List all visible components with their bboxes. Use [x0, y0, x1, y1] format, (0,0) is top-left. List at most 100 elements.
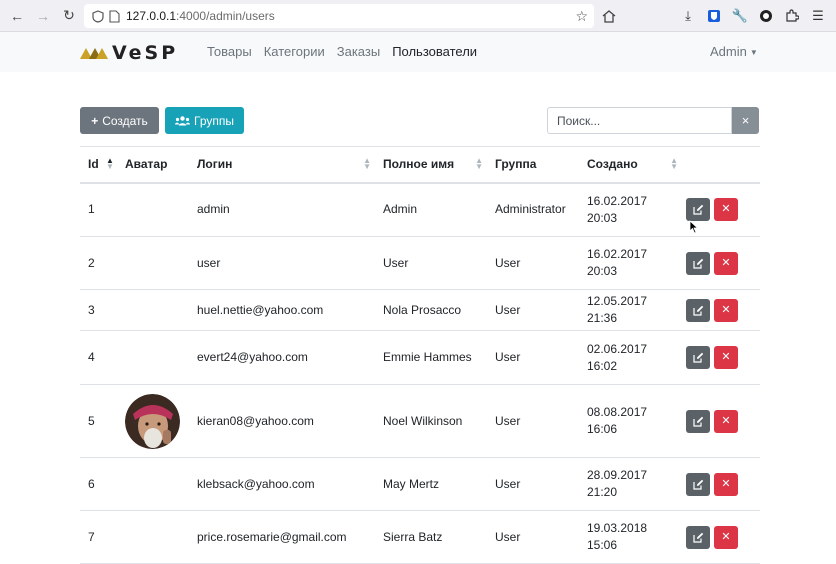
- fullname-cell: Sierra Batz: [375, 510, 487, 564]
- menu-icon[interactable]: ☰: [806, 3, 830, 29]
- created-cell: 12.05.2017 21:36: [579, 289, 682, 331]
- actions-cell: ✕: [682, 384, 760, 458]
- address-bar[interactable]: 127.0.0.1:4000/admin/users ☆: [84, 4, 594, 28]
- search-input[interactable]: [547, 107, 732, 134]
- edit-button[interactable]: [686, 251, 710, 275]
- wrench-icon[interactable]: 🔧: [728, 3, 752, 29]
- col-group: Группа: [487, 146, 579, 184]
- edit-button[interactable]: [686, 346, 710, 369]
- reload-icon[interactable]: ↻: [56, 3, 82, 29]
- created-date: 16.02.2017: [587, 247, 648, 261]
- group-cell: User: [487, 289, 579, 331]
- login-cell: evert24@yahoo.com: [189, 330, 375, 385]
- created-cell: 02.06.2017 16:02: [579, 330, 682, 385]
- edit-button[interactable]: [686, 472, 710, 496]
- app-navbar: VeSP Товары Категории Заказы Пользовател…: [0, 32, 836, 72]
- col-fullname[interactable]: Полное имя ▲ ▼: [375, 146, 487, 184]
- delete-button[interactable]: ✕: [714, 251, 738, 275]
- login-cell: user: [189, 236, 375, 290]
- table-header-row: Id ▲ ▼ Аватар Логин ▲ ▼ Полное имя ▲ ▼ Группа …: [80, 146, 760, 184]
- created-date: 16.02.2017: [587, 193, 648, 208]
- edit-icon: [692, 416, 703, 427]
- created-cell: 19.03.2018 15:06: [579, 510, 682, 564]
- bookmark-star-icon[interactable]: ☆: [575, 8, 588, 25]
- edit-icon: [692, 352, 703, 363]
- actions-cell: ✕: [682, 289, 760, 331]
- delete-button[interactable]: ✕: [714, 525, 738, 549]
- home-icon[interactable]: [597, 3, 621, 29]
- users-table: Id ▲ ▼ Аватар Логин ▲ ▼ Полное имя ▲ ▼ Группа …: [80, 146, 760, 564]
- table-row: 7 price.rosemarie@gmail.com Sierra Batz Use…: [80, 510, 760, 564]
- created-cell: 16.02.2017 20:03: [579, 236, 682, 290]
- col-id[interactable]: Id ▲ ▼: [80, 146, 117, 184]
- table-row: 3 huel.nettie@yahoo.com Nola Prosacco User 1…: [80, 289, 760, 331]
- delete-button[interactable]: ✕: [714, 472, 738, 496]
- edit-button[interactable]: [686, 409, 710, 433]
- col-avatar: Аватар: [117, 146, 189, 184]
- login-cell: kieran08@yahoo.com: [189, 384, 375, 458]
- created-date: 19.03.2018: [587, 521, 648, 535]
- table-row: 6 klebsack@yahoo.com May Mertz User 28.09.20…: [80, 457, 760, 511]
- created-time: 16:06: [587, 422, 618, 436]
- close-icon: ✕: [721, 203, 731, 216]
- create-button[interactable]: + Создать: [80, 107, 159, 134]
- fullname-cell: Nola Prosacco: [375, 289, 487, 331]
- close-icon: ✕: [721, 256, 731, 269]
- avatar-cell: [117, 182, 189, 237]
- table-row: 2 user User User 16.02.2017 20:03 ✕: [80, 236, 760, 290]
- search-clear-button[interactable]: ×: [732, 107, 759, 134]
- id-cell: 4: [80, 330, 117, 385]
- edit-icon: [692, 205, 703, 215]
- nav-users[interactable]: Пользователи: [392, 44, 477, 59]
- brand-logo[interactable]: VeSP: [80, 42, 178, 64]
- avatar: [125, 393, 180, 449]
- table-row: 5 kieran08@yahoo.com Noel Wilkinson User 08.…: [80, 384, 760, 458]
- extensions-puzzle-icon[interactable]: [780, 3, 804, 29]
- col-created[interactable]: Создано ▲ ▼: [579, 146, 682, 184]
- created-date: 28.09.2017: [587, 468, 648, 482]
- avatar-cell: [117, 289, 189, 331]
- nav-categories[interactable]: Категории: [264, 44, 325, 59]
- nav-orders[interactable]: Заказы: [337, 44, 380, 59]
- fullname-cell: Emmie Hammes: [375, 330, 487, 385]
- delete-button[interactable]: ✕: [714, 346, 738, 369]
- user-menu[interactable]: Admin ▼: [710, 44, 758, 59]
- shield-icon: [92, 9, 104, 23]
- created-time: 20:03: [587, 264, 618, 278]
- close-icon: ✕: [721, 303, 731, 316]
- create-button-label: Создать: [102, 113, 148, 128]
- bitwarden-extension-icon[interactable]: [702, 3, 726, 29]
- nav-products[interactable]: Товары: [207, 44, 252, 59]
- edit-button[interactable]: [686, 525, 710, 549]
- group-cell: Administrator: [487, 182, 579, 237]
- download-icon[interactable]: ⤓: [676, 3, 700, 29]
- created-cell: 16.02.2017 20:03: [579, 182, 682, 237]
- close-icon: ✕: [721, 530, 731, 543]
- avatar-cell: [117, 330, 189, 385]
- actions-cell: ✕: [682, 236, 760, 290]
- close-icon: ✕: [721, 414, 731, 427]
- created-cell: 28.09.2017 21:20: [579, 457, 682, 511]
- extension-circle-icon[interactable]: [754, 3, 778, 29]
- delete-button[interactable]: ✕: [714, 298, 738, 322]
- forward-arrow-icon[interactable]: →: [30, 3, 56, 29]
- edit-icon: [692, 305, 703, 316]
- login-cell: klebsack@yahoo.com: [189, 457, 375, 511]
- close-icon: ✕: [721, 477, 731, 490]
- groups-button[interactable]: Группы: [165, 107, 244, 134]
- group-cell: User: [487, 330, 579, 385]
- table-row: 1 admin Admin Administrator 16.02.2017 20:03…: [80, 182, 760, 237]
- sort-icon: ▲ ▼: [363, 156, 371, 171]
- delete-button[interactable]: ✕: [714, 409, 738, 433]
- group-cell: User: [487, 384, 579, 458]
- delete-button[interactable]: ✕: [714, 198, 738, 222]
- id-cell: 6: [80, 457, 117, 511]
- edit-button[interactable]: [686, 198, 710, 222]
- plus-icon: +: [91, 113, 99, 128]
- col-login[interactable]: Логин ▲ ▼: [189, 146, 375, 184]
- sort-icon: ▲ ▼: [475, 156, 483, 171]
- back-arrow-icon[interactable]: ←: [4, 3, 30, 29]
- edit-button[interactable]: [686, 298, 710, 322]
- avatar-cell: [117, 384, 189, 458]
- created-time: 15:06: [587, 538, 618, 552]
